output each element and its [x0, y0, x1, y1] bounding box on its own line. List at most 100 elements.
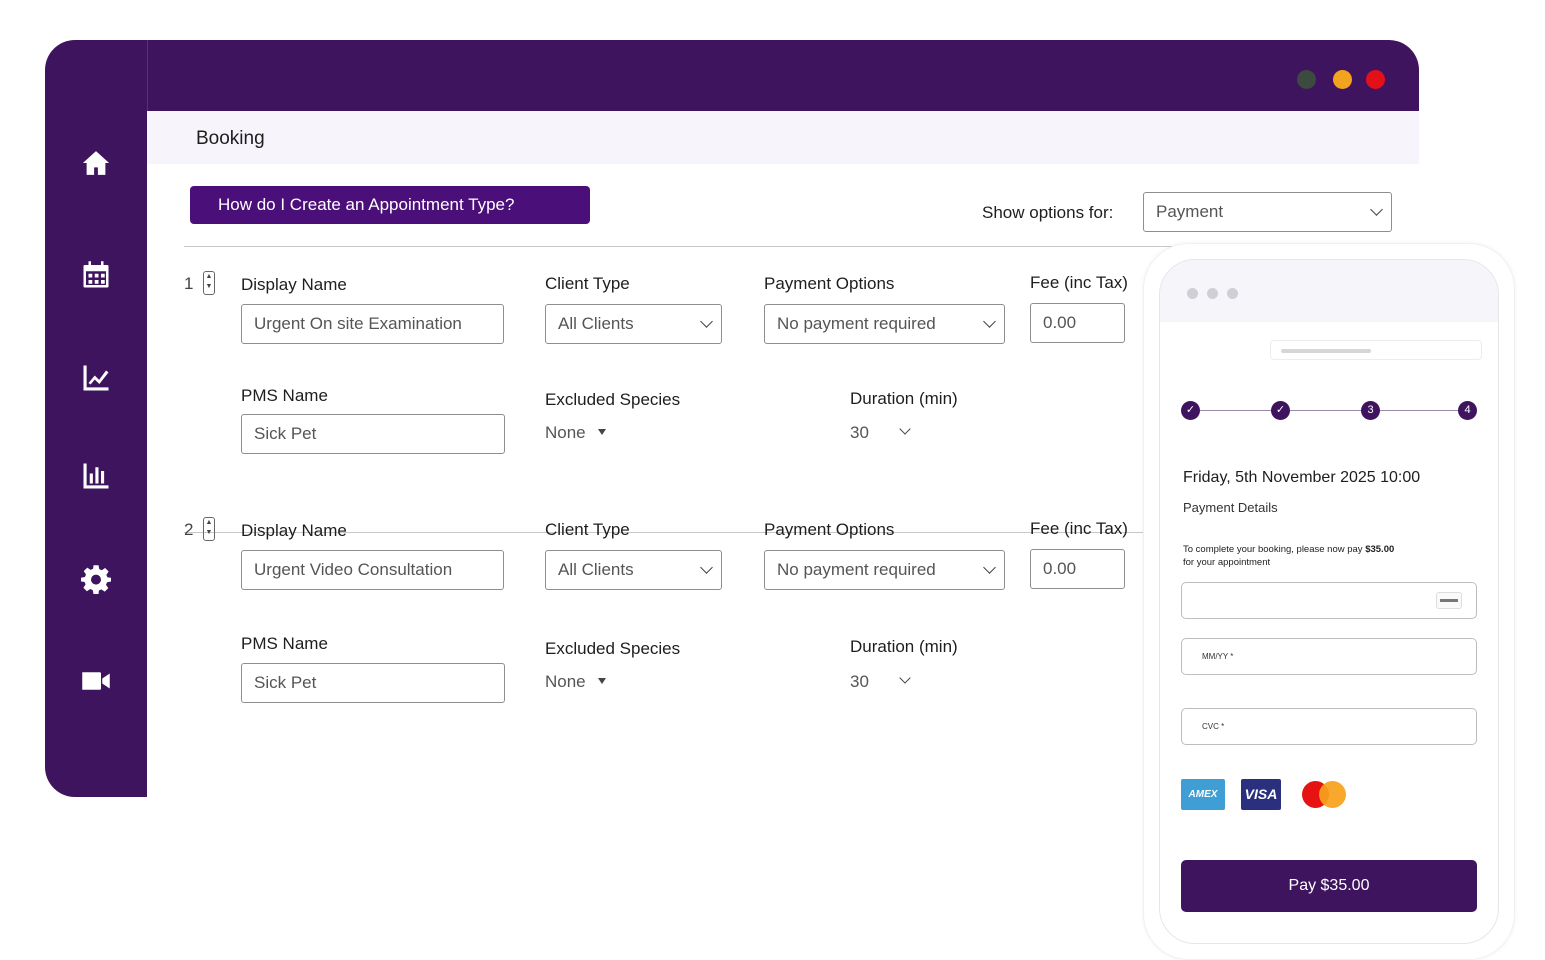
- duration-label: Duration (min): [850, 637, 958, 656]
- appointment-number: 1: [184, 274, 194, 293]
- card-number-field[interactable]: [1181, 582, 1477, 619]
- pms-name-value: Sick Pet: [254, 673, 317, 692]
- display-name-input[interactable]: Urgent On site Examination: [241, 304, 504, 344]
- payment-option-value: No payment required: [777, 560, 936, 579]
- phone-browser-header: [1160, 260, 1498, 322]
- show-options-select[interactable]: Payment: [1143, 192, 1392, 232]
- caret-down-icon: [597, 429, 606, 435]
- client-type-value: All Clients: [558, 314, 634, 333]
- payment-note-suffix: for your appointment: [1183, 557, 1271, 568]
- display-name-label: Display Name: [241, 275, 347, 294]
- excluded-species-label: Excluded Species: [545, 639, 681, 658]
- credit-card-icon: [1436, 592, 1462, 609]
- fee-value: 0.00: [1043, 559, 1077, 578]
- appointment-date-time: Friday, 5th November 2025 10:00: [1183, 469, 1421, 486]
- display-name-label: Display Name: [241, 521, 347, 540]
- client-type-select[interactable]: All Clients: [545, 304, 722, 344]
- show-options-value: Payment: [1156, 202, 1224, 221]
- pms-name-input[interactable]: Sick Pet: [241, 663, 505, 703]
- chevron-down-icon: [899, 672, 911, 684]
- payment-note-amount: $35.00: [1365, 544, 1395, 555]
- mastercard-logo: [1302, 779, 1348, 810]
- gear-icon[interactable]: [80, 563, 112, 595]
- step-4: 4: [1458, 401, 1477, 420]
- minimize-window-dot[interactable]: [1297, 70, 1316, 89]
- display-name-value: Urgent Video Consultation: [254, 560, 453, 579]
- maximize-window-dot[interactable]: [1333, 70, 1352, 89]
- payment-note-prefix: To complete your booking, please now pay: [1183, 544, 1366, 555]
- chevron-down-icon: [983, 315, 996, 328]
- window-title-bar: [147, 40, 1419, 111]
- duration-value: 30: [850, 423, 869, 442]
- duration-select[interactable]: 30: [850, 672, 911, 692]
- browser-dot: [1207, 288, 1218, 299]
- payment-options-select[interactable]: No payment required: [764, 304, 1005, 344]
- pms-name-input[interactable]: Sick Pet: [241, 414, 505, 454]
- chevron-down-icon: [700, 315, 713, 328]
- pms-name-label: PMS Name: [241, 386, 328, 405]
- expiry-label: MM/YY *: [1202, 652, 1234, 661]
- bar-chart-icon[interactable]: [80, 460, 112, 492]
- pms-name-value: Sick Pet: [254, 424, 317, 443]
- phone-mockup: ✓ ✓ 3 4 Friday, 5th November 2025 10:00 …: [1143, 243, 1515, 960]
- caret-down-icon: [597, 678, 606, 684]
- fee-input[interactable]: 0.00: [1030, 303, 1125, 343]
- help-create-appointment-button[interactable]: How do I Create an Appointment Type?: [190, 186, 590, 224]
- duration-label: Duration (min): [850, 389, 958, 408]
- close-window-dot[interactable]: [1366, 70, 1385, 89]
- cvc-label: CVC *: [1202, 722, 1225, 731]
- payment-options-label: Payment Options: [764, 274, 895, 293]
- fee-label: Fee (inc Tax): [1030, 273, 1128, 292]
- video-camera-icon[interactable]: [80, 665, 112, 697]
- client-type-value: All Clients: [558, 560, 634, 579]
- fee-input[interactable]: 0.00: [1030, 549, 1125, 589]
- payment-details-heading: Payment Details: [1183, 500, 1278, 515]
- cvc-field[interactable]: CVC *: [1181, 708, 1477, 745]
- step-2-complete: ✓: [1271, 401, 1290, 420]
- excluded-species-label: Excluded Species: [545, 390, 681, 409]
- chevron-down-icon: [1370, 203, 1383, 216]
- fee-value: 0.00: [1043, 313, 1077, 332]
- reorder-stepper[interactable]: ▲ ▼: [203, 517, 215, 541]
- show-options-label: Show options for:: [982, 203, 1114, 222]
- pay-button[interactable]: Pay $35.00: [1181, 860, 1477, 912]
- chevron-down-icon: [983, 561, 996, 574]
- fee-label: Fee (inc Tax): [1030, 519, 1128, 538]
- payment-instruction: To complete your booking, please now pay…: [1183, 543, 1473, 569]
- excluded-species-select[interactable]: None: [545, 423, 606, 443]
- phone-screen: ✓ ✓ 3 4 Friday, 5th November 2025 10:00 …: [1159, 259, 1499, 944]
- calendar-icon[interactable]: [80, 259, 112, 291]
- step-3: 3: [1361, 401, 1380, 420]
- home-icon[interactable]: [80, 147, 112, 179]
- payment-option-value: No payment required: [777, 314, 936, 333]
- trend-chart-icon[interactable]: [80, 362, 112, 394]
- page-header: Booking: [147, 111, 1419, 164]
- progress-line: [1190, 410, 1470, 411]
- display-name-input[interactable]: Urgent Video Consultation: [241, 550, 504, 590]
- duration-value: 30: [850, 672, 869, 691]
- pms-name-label: PMS Name: [241, 634, 328, 653]
- sidebar: [45, 40, 147, 797]
- chevron-down-icon: [899, 423, 911, 435]
- divider: [184, 246, 1172, 247]
- client-type-label: Client Type: [545, 274, 630, 293]
- browser-dot: [1227, 288, 1238, 299]
- excluded-species-select[interactable]: None: [545, 672, 606, 692]
- client-type-select[interactable]: All Clients: [545, 550, 722, 590]
- expiry-field[interactable]: MM/YY *: [1181, 638, 1477, 675]
- browser-dot: [1187, 288, 1198, 299]
- excluded-species-value: None: [545, 672, 586, 691]
- payment-options-label: Payment Options: [764, 520, 895, 539]
- appointment-number: 2: [184, 520, 194, 539]
- duration-select[interactable]: 30: [850, 423, 911, 443]
- step-1-complete: ✓: [1181, 401, 1200, 420]
- address-bar[interactable]: [1270, 340, 1482, 360]
- display-name-value: Urgent On site Examination: [254, 314, 462, 333]
- visa-logo: VISA: [1241, 779, 1281, 810]
- client-type-label: Client Type: [545, 520, 630, 539]
- reorder-stepper[interactable]: ▲ ▼: [203, 271, 215, 295]
- excluded-species-value: None: [545, 423, 586, 442]
- payment-options-select[interactable]: No payment required: [764, 550, 1005, 590]
- page-title: Booking: [196, 128, 265, 149]
- chevron-down-icon: [700, 561, 713, 574]
